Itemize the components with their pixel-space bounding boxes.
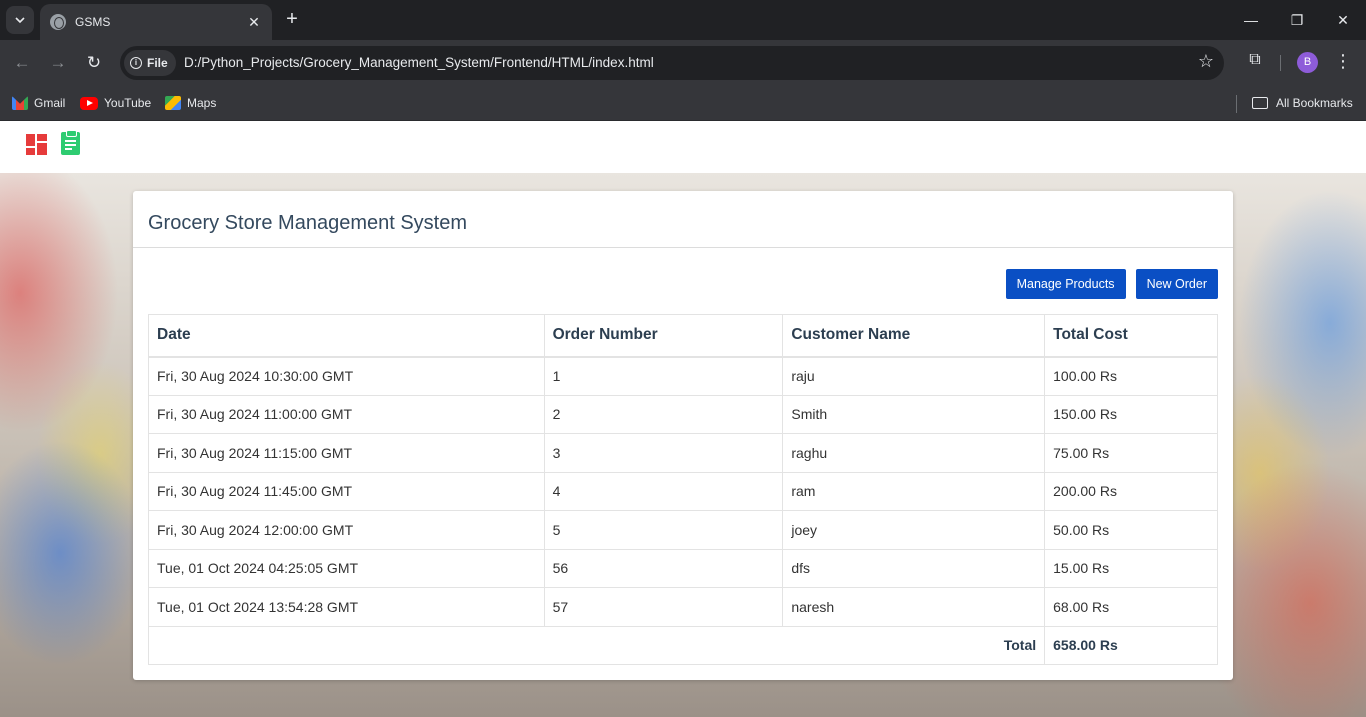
bookmarks-bar: Gmail YouTube Maps All Bookmarks [0, 86, 1366, 121]
date-cell: Fri, 30 Aug 2024 10:30:00 GMT [148, 356, 545, 396]
toolbar-divider [1280, 55, 1281, 71]
customer-name-cell: raju [782, 356, 1046, 396]
bookmark-label: YouTube [104, 96, 152, 110]
gmail-icon [12, 96, 28, 110]
dashboard-icon[interactable] [26, 134, 47, 155]
url-text[interactable]: D:/Python_Projects/Grocery_Management_Sy… [184, 55, 654, 70]
column-header-order-number: Order Number [543, 314, 784, 358]
manage-products-button[interactable]: Manage Products [1005, 269, 1126, 299]
order-number-cell: 2 [543, 394, 784, 434]
extensions-icon[interactable]: ⧉ [1244, 51, 1266, 73]
all-bookmarks-label: All Bookmarks [1276, 96, 1353, 110]
total-cost-cell: 15.00 Rs [1044, 548, 1218, 588]
app-navbar [0, 121, 1366, 173]
reload-button[interactable]: ↻ [82, 51, 106, 75]
table-row: Tue, 01 Oct 2024 13:54:28 GMT 57 naresh … [148, 587, 1218, 627]
table-row: Fri, 30 Aug 2024 11:45:00 GMT 4 ram 200.… [148, 471, 1218, 511]
bookmark-star-icon[interactable]: ☆ [1198, 51, 1214, 72]
total-cost-cell: 200.00 Rs [1044, 471, 1218, 511]
info-icon: i [130, 57, 142, 69]
chevron-down-icon [15, 16, 25, 23]
page-content: Grocery Store Management System Manage P… [0, 121, 1366, 717]
order-number-cell: 1 [543, 356, 784, 396]
table-row: Fri, 30 Aug 2024 10:30:00 GMT 1 raju 100… [148, 356, 1218, 396]
date-cell: Fri, 30 Aug 2024 11:15:00 GMT [148, 433, 545, 473]
all-bookmarks[interactable]: All Bookmarks [1252, 93, 1353, 113]
card-header: Grocery Store Management System [133, 191, 1233, 248]
total-cost-cell: 50.00 Rs [1044, 510, 1218, 550]
table-row: Tue, 01 Oct 2024 04:25:05 GMT 56 dfs 15.… [148, 548, 1218, 588]
youtube-icon [80, 96, 98, 110]
total-label: Total [147, 625, 1046, 665]
bookmark-gmail[interactable]: Gmail [12, 93, 65, 113]
browser-tab-bar: GSMS ✕ + — ❐ ✕ [0, 0, 1366, 40]
site-info-label: File [147, 56, 168, 70]
total-cost-cell: 75.00 Rs [1044, 433, 1218, 473]
total-row: Total 658.00 Rs [147, 625, 1218, 665]
bookmark-maps[interactable]: Maps [165, 93, 216, 113]
customer-name-cell: raghu [782, 433, 1046, 473]
close-tab-icon[interactable]: ✕ [246, 14, 262, 31]
column-header-date: Date [148, 314, 545, 358]
customer-name-cell: ram [782, 471, 1046, 511]
bookmark-label: Maps [187, 96, 217, 110]
date-cell: Fri, 30 Aug 2024 11:45:00 GMT [148, 471, 545, 511]
maps-icon [165, 96, 181, 110]
address-bar[interactable]: i File D:/Python_Projects/Grocery_Manage… [120, 46, 1224, 80]
order-number-cell: 4 [543, 471, 784, 511]
forward-button[interactable]: → [46, 51, 70, 75]
minimize-button[interactable]: — [1236, 8, 1266, 32]
table-row: Fri, 30 Aug 2024 11:15:00 GMT 3 raghu 75… [148, 433, 1218, 473]
site-info-chip[interactable]: i File [124, 50, 176, 76]
bookmark-label: Gmail [34, 96, 66, 110]
bookmark-youtube[interactable]: YouTube [80, 93, 151, 113]
browser-tab[interactable]: GSMS ✕ [40, 4, 272, 40]
back-button[interactable]: ← [10, 51, 34, 75]
total-cost-cell: 150.00 Rs [1044, 394, 1218, 434]
order-number-cell: 3 [543, 433, 784, 473]
page-title: Grocery Store Management System [148, 212, 468, 234]
menu-icon[interactable]: ⋮ [1334, 51, 1352, 72]
action-buttons: Manage Products New Order [1005, 269, 1218, 299]
bookmarks-divider [1236, 95, 1237, 113]
table-header-row: Date Order Number Customer Name Total Co… [148, 314, 1218, 358]
total-cost-cell: 100.00 Rs [1044, 356, 1218, 396]
order-number-cell: 57 [543, 587, 784, 627]
restore-button[interactable]: ❐ [1282, 8, 1312, 32]
folder-icon [1252, 97, 1268, 109]
customer-name-cell: naresh [782, 587, 1046, 627]
new-tab-button[interactable]: + [282, 8, 302, 32]
new-order-button[interactable]: New Order [1135, 269, 1218, 299]
close-window-button[interactable]: ✕ [1328, 8, 1358, 32]
date-cell: Tue, 01 Oct 2024 13:54:28 GMT [148, 587, 545, 627]
order-number-cell: 5 [543, 510, 784, 550]
customer-name-cell: joey [782, 510, 1046, 550]
order-number-cell: 56 [543, 548, 784, 588]
profile-avatar[interactable]: B [1297, 52, 1318, 73]
tab-search-button[interactable] [6, 6, 34, 34]
browser-toolbar: ← → ↻ i File D:/Python_Projects/Grocery_… [0, 40, 1366, 86]
tab-title: GSMS [75, 15, 111, 29]
orders-table: Date Order Number Customer Name Total Co… [147, 314, 1218, 665]
table-row: Fri, 30 Aug 2024 12:00:00 GMT 5 joey 50.… [148, 510, 1218, 550]
orders-card: Grocery Store Management System Manage P… [133, 191, 1233, 680]
table-row: Fri, 30 Aug 2024 11:00:00 GMT 2 Smith 15… [148, 394, 1218, 434]
column-header-customer-name: Customer Name [782, 314, 1046, 358]
total-value: 658.00 Rs [1044, 625, 1218, 665]
globe-icon [50, 14, 66, 30]
column-header-total-cost: Total Cost [1044, 314, 1218, 358]
customer-name-cell: dfs [782, 548, 1046, 588]
date-cell: Fri, 30 Aug 2024 12:00:00 GMT [148, 510, 545, 550]
total-cost-cell: 68.00 Rs [1044, 587, 1218, 627]
customer-name-cell: Smith [782, 394, 1046, 434]
date-cell: Fri, 30 Aug 2024 11:00:00 GMT [148, 394, 545, 434]
clipboard-icon[interactable] [61, 130, 80, 155]
date-cell: Tue, 01 Oct 2024 04:25:05 GMT [148, 548, 545, 588]
